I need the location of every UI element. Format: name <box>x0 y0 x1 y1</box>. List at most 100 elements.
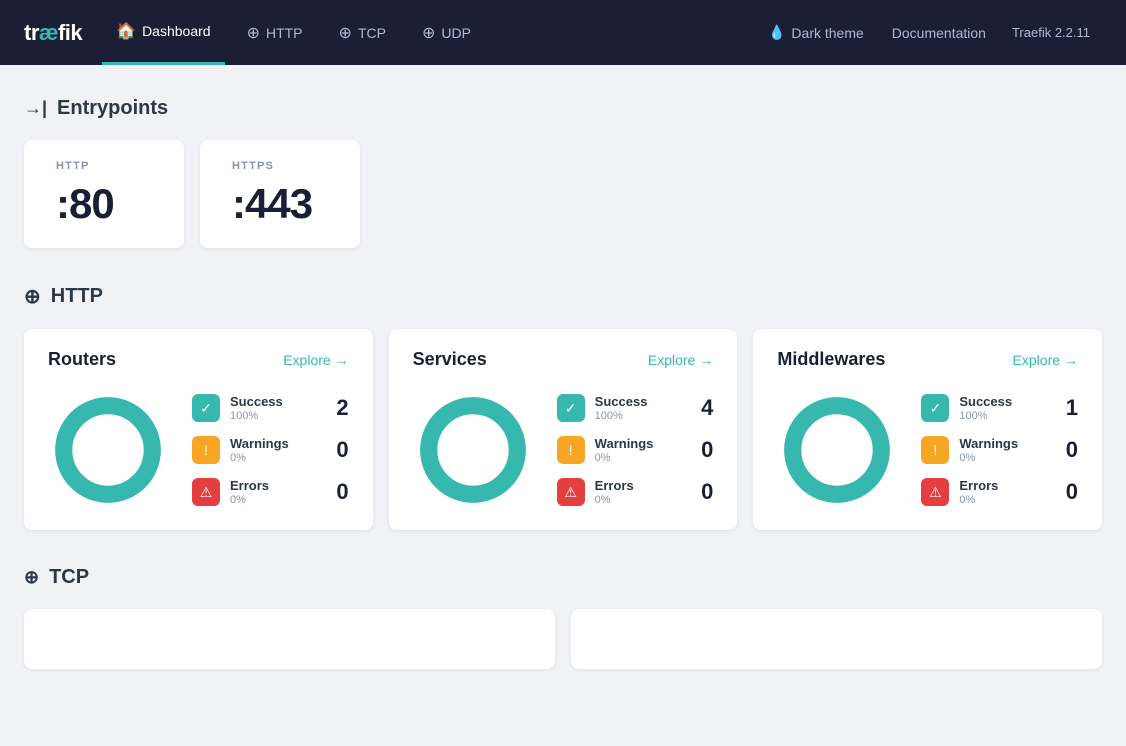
services-errors-pct: 0% <box>595 494 683 506</box>
routers-success-count: 2 <box>336 395 348 421</box>
services-success-row: ✓ Success 100% 4 <box>557 394 714 422</box>
routers-success-badge: ✓ <box>192 394 220 422</box>
routers-title: Routers <box>48 349 116 370</box>
udp-globe-icon: ⊕ <box>422 23 435 43</box>
services-donut <box>413 390 533 510</box>
services-success-info: Success 100% <box>595 394 683 422</box>
entrypoint-https-label: HTTPS <box>232 160 328 172</box>
routers-errors-info: Errors 0% <box>230 478 318 506</box>
entrypoint-http-label: HTTP <box>56 160 152 172</box>
services-stats-list: ✓ Success 100% 4 ! Warnings 0% <box>557 394 714 506</box>
nav-dashboard[interactable]: 🏠 Dashboard <box>102 0 224 65</box>
routers-explore-label: Explore <box>283 352 330 368</box>
middlewares-explore-arrow: → <box>1064 352 1078 368</box>
routers-errors-row: ⚠ Errors 0% 0 <box>192 478 349 506</box>
services-errors-row: ⚠ Errors 0% 0 <box>557 478 714 506</box>
http-section-header: ⊕ HTTP <box>24 284 1102 309</box>
middlewares-errors-count: 0 <box>1066 479 1078 505</box>
services-warnings-info: Warnings 0% <box>595 436 683 464</box>
dark-theme-toggle[interactable]: 💧 Dark theme <box>754 0 878 65</box>
tcp-globe-icon: ⊕ <box>339 23 352 43</box>
middlewares-success-count: 1 <box>1066 395 1078 421</box>
tcp-card-2 <box>571 609 1102 669</box>
routers-errors-label: Errors <box>230 478 318 494</box>
services-card-body: ✓ Success 100% 4 ! Warnings 0% <box>413 390 714 510</box>
nav-http[interactable]: ⊕ HTTP <box>233 0 317 65</box>
middlewares-errors-pct: 0% <box>959 494 1047 506</box>
middlewares-title: Middlewares <box>777 349 885 370</box>
middlewares-success-row: ✓ Success 100% 1 <box>921 394 1078 422</box>
services-warnings-label: Warnings <box>595 436 683 452</box>
documentation-label: Documentation <box>892 25 986 41</box>
logo-text: træfik <box>24 20 82 46</box>
http-section-title: HTTP <box>51 285 103 308</box>
routers-warnings-pct: 0% <box>230 452 318 464</box>
middlewares-warnings-count: 0 <box>1066 437 1078 463</box>
services-card-header: Services Explore → <box>413 349 714 370</box>
middlewares-warnings-info: Warnings 0% <box>959 436 1047 464</box>
services-success-label: Success <box>595 394 683 410</box>
nav-tcp[interactable]: ⊕ TCP <box>325 0 400 65</box>
entrypoint-https: HTTPS :443 <box>200 140 360 248</box>
services-warnings-pct: 0% <box>595 452 683 464</box>
middlewares-errors-row: ⚠ Errors 0% 0 <box>921 478 1078 506</box>
middlewares-card-body: ✓ Success 100% 1 ! Warnings 0% <box>777 390 1078 510</box>
middlewares-errors-label: Errors <box>959 478 1047 494</box>
nav-http-label: HTTP <box>266 25 303 41</box>
dark-theme-label: Dark theme <box>791 25 863 41</box>
nav-udp[interactable]: ⊕ UDP <box>408 0 485 65</box>
navbar: træfik 🏠 Dashboard ⊕ HTTP ⊕ TCP ⊕ UDP 💧 … <box>0 0 1126 65</box>
middlewares-errors-info: Errors 0% <box>959 478 1047 506</box>
routers-warning-badge: ! <box>192 436 220 464</box>
middlewares-warnings-row: ! Warnings 0% 0 <box>921 436 1078 464</box>
entrypoint-https-value: :443 <box>232 180 328 228</box>
dark-theme-icon: 💧 <box>768 24 785 41</box>
http-section: ⊕ HTTP Routers Explore → <box>24 284 1102 530</box>
services-errors-count: 0 <box>701 479 713 505</box>
entrypoints-arrow-icon: →| <box>24 98 47 119</box>
middlewares-explore-link[interactable]: Explore → <box>1013 352 1078 368</box>
services-card: Services Explore → <box>389 329 738 530</box>
middlewares-warnings-label: Warnings <box>959 436 1047 452</box>
middlewares-card-header: Middlewares Explore → <box>777 349 1078 370</box>
entrypoint-http: HTTP :80 <box>24 140 184 248</box>
tcp-cards-partial <box>24 609 1102 669</box>
middlewares-error-badge: ⚠ <box>921 478 949 506</box>
tcp-card-1 <box>24 609 555 669</box>
tcp-section-title: TCP <box>49 566 89 589</box>
entrypoints-section-header: →| Entrypoints <box>24 97 1102 120</box>
entrypoints-row: HTTP :80 HTTPS :443 <box>24 140 1102 248</box>
routers-success-label: Success <box>230 394 318 410</box>
nav-right: 💧 Dark theme Documentation Traefik 2.2.1… <box>754 0 1102 65</box>
main-content: →| Entrypoints HTTP :80 HTTPS :443 ⊕ HTT… <box>0 65 1126 737</box>
routers-error-badge: ⚠ <box>192 478 220 506</box>
routers-success-info: Success 100% <box>230 394 318 422</box>
middlewares-donut <box>777 390 897 510</box>
services-explore-arrow: → <box>699 352 713 368</box>
services-success-pct: 100% <box>595 410 683 422</box>
middlewares-success-pct: 100% <box>959 410 1047 422</box>
entrypoint-http-value: :80 <box>56 180 152 228</box>
services-explore-link[interactable]: Explore → <box>648 352 713 368</box>
services-warning-badge: ! <box>557 436 585 464</box>
logo[interactable]: træfik <box>24 20 82 46</box>
documentation-link[interactable]: Documentation <box>878 0 1000 65</box>
services-success-badge: ✓ <box>557 394 585 422</box>
home-icon: 🏠 <box>116 21 136 41</box>
routers-stats-list: ✓ Success 100% 2 ! Warnings 0% <box>192 394 349 506</box>
routers-warnings-row: ! Warnings 0% 0 <box>192 436 349 464</box>
middlewares-success-label: Success <box>959 394 1047 410</box>
routers-card: Routers Explore → <box>24 329 373 530</box>
routers-explore-arrow: → <box>335 352 349 368</box>
http-globe-icon: ⊕ <box>247 23 260 43</box>
middlewares-card: Middlewares Explore → <box>753 329 1102 530</box>
routers-success-row: ✓ Success 100% 2 <box>192 394 349 422</box>
tcp-section: ⊕ TCP <box>24 566 1102 669</box>
services-title: Services <box>413 349 487 370</box>
services-errors-label: Errors <box>595 478 683 494</box>
routers-explore-link[interactable]: Explore → <box>283 352 348 368</box>
http-cards-row: Routers Explore → <box>24 329 1102 530</box>
entrypoints-title: Entrypoints <box>57 97 168 120</box>
routers-warnings-info: Warnings 0% <box>230 436 318 464</box>
services-errors-info: Errors 0% <box>595 478 683 506</box>
